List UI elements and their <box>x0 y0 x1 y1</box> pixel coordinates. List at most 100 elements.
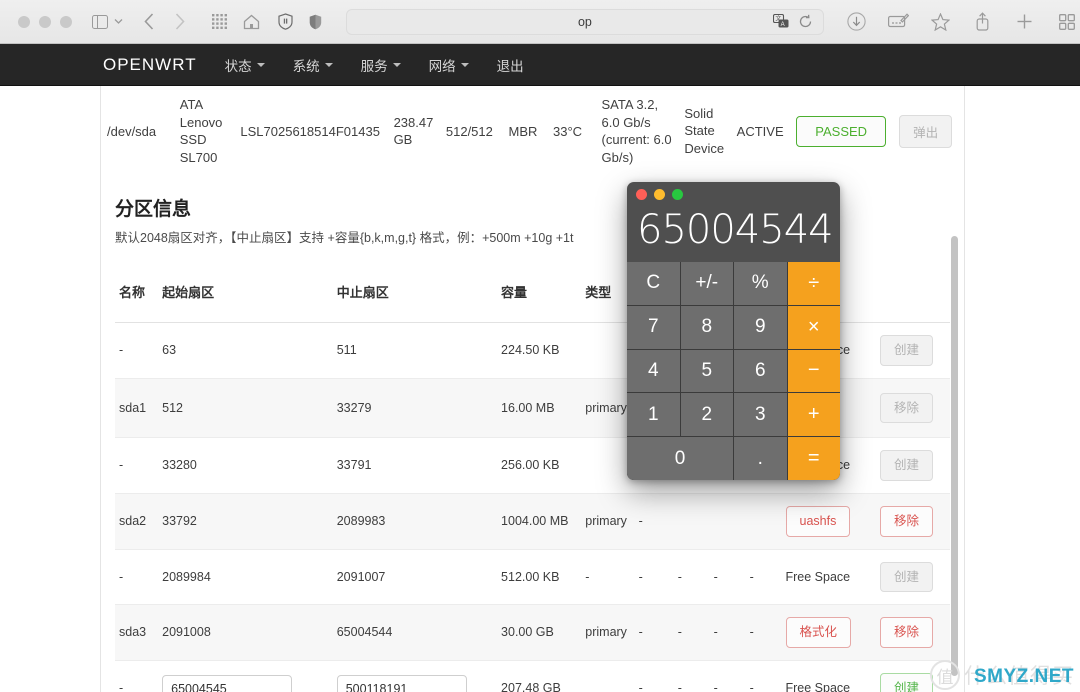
cell-partition-name: - <box>115 549 159 606</box>
cell-end-sector: 33791 <box>332 437 498 494</box>
calc-key-3[interactable]: 3 <box>734 393 787 437</box>
chevron-down-icon[interactable] <box>112 9 125 35</box>
table-row: sda2 33792 2089983 1004.00 MB primary - uashfs… <box>115 493 950 550</box>
reader-edit-icon[interactable] <box>886 9 912 35</box>
nav-item-services[interactable]: 服务 <box>361 55 401 75</box>
disk-size: 238.47 GB <box>393 114 434 148</box>
reload-icon[interactable] <box>797 13 815 31</box>
calc-key-[interactable]: . <box>734 437 787 480</box>
create-partition-button: 创建 <box>879 449 933 481</box>
back-chevron-icon[interactable] <box>137 9 161 35</box>
calc-key-[interactable]: + <box>787 393 840 437</box>
shield-pause-icon[interactable] <box>274 9 298 35</box>
calc-key-4[interactable]: 4 <box>627 349 680 393</box>
cell-type <box>581 660 635 692</box>
shield-icon[interactable] <box>304 9 328 35</box>
download-icon[interactable] <box>844 9 870 35</box>
calculator-titlebar[interactable] <box>627 182 840 207</box>
star-icon[interactable] <box>928 9 954 35</box>
cell-end-sector: 65004544 <box>332 604 498 662</box>
brand-openwrt[interactable]: OPENWRT <box>103 55 197 75</box>
address-bar[interactable]: op 文A <box>345 8 824 35</box>
home-icon[interactable] <box>240 9 264 35</box>
disk-link-speed: SATA 3.2, 6.0 Gb/s (current: 6.0 Gb/s) <box>601 97 672 165</box>
close-window-button[interactable] <box>18 15 30 28</box>
calc-maximize-button[interactable] <box>672 189 683 200</box>
cell-size: 30.00 GB <box>497 604 582 662</box>
calc-close-button[interactable] <box>636 189 647 200</box>
cell-type: - <box>581 549 635 606</box>
nav-item-network[interactable]: 网络 <box>429 55 469 75</box>
calc-key-8[interactable]: 8 <box>680 305 733 349</box>
svg-text:A: A <box>781 22 785 28</box>
smart-status-badge: PASSED <box>796 115 887 147</box>
app-grid-icon[interactable] <box>207 9 231 35</box>
cell-action: 创建 <box>875 660 950 692</box>
cell-filesystem: 格式化 <box>781 604 876 662</box>
page-scrollbar[interactable] <box>951 236 958 676</box>
nav-item-system[interactable]: 系统 <box>293 55 333 75</box>
remove-partition-button[interactable]: 移除 <box>879 617 933 649</box>
cell-size: 16.00 MB <box>497 378 582 438</box>
calc-key-C[interactable]: C <box>627 262 680 305</box>
cell-size: 207.48 GB <box>497 660 582 692</box>
cell-size: 512.00 KB <box>497 549 582 606</box>
cell-type: primary <box>581 493 635 550</box>
cell-filesystem: Free Space <box>781 660 876 692</box>
translate-icon[interactable]: 文A <box>772 13 790 31</box>
calc-minimize-button[interactable] <box>654 189 665 200</box>
calc-key-9[interactable]: 9 <box>734 305 787 349</box>
cell-extra2: - <box>709 604 746 662</box>
table-row: -2089984 2091007 512.00 KB - - - - - Free Space 创… <box>115 549 950 606</box>
calculator-window[interactable]: 65004544 C +/-% ÷ 7 8 9 × 4 5 6− 1 2 3 +0. = <box>627 182 840 480</box>
calc-key-1[interactable]: 1 <box>627 393 680 437</box>
end-sector-input[interactable] <box>336 674 467 692</box>
filesystem-button[interactable]: uashfs <box>785 505 851 537</box>
col-header-name: 名称 <box>115 260 159 324</box>
disk-sector-size: 512/512 <box>445 123 493 139</box>
minimize-window-button[interactable] <box>39 15 51 28</box>
calc-key-[interactable]: ÷ <box>787 262 840 305</box>
cell-size: 256.00 KB <box>497 437 582 494</box>
cell-action: 移除 <box>875 378 950 438</box>
nav-item-logout[interactable]: 退出 <box>497 55 524 75</box>
cell-extra1: - <box>673 604 710 662</box>
remove-partition-button[interactable]: 移除 <box>879 505 933 537</box>
calc-key-[interactable]: − <box>787 349 840 393</box>
calc-key-[interactable]: × <box>787 305 840 349</box>
start-sector-input[interactable] <box>162 674 293 692</box>
share-icon[interactable] <box>970 9 996 35</box>
cell-filesystem: Free Space <box>781 549 876 606</box>
calc-key-2[interactable]: 2 <box>680 393 733 437</box>
nav-label: 系统 <box>292 58 320 74</box>
cell-start-sector: 33792 <box>158 493 333 550</box>
cell-action: 移除 <box>875 493 950 550</box>
nav-item-status[interactable]: 状态 <box>225 55 265 75</box>
calc-key-6[interactable]: 6 <box>734 349 787 393</box>
tab-overview-icon[interactable] <box>1054 9 1080 35</box>
cell-extra1: - <box>673 549 710 606</box>
cell-partition-name: sda2 <box>115 493 159 550</box>
calc-key-[interactable]: % <box>734 262 787 305</box>
format-button[interactable]: 格式化 <box>785 617 852 649</box>
calc-key-5[interactable]: 5 <box>680 349 733 393</box>
calc-key-[interactable]: +/- <box>680 262 733 305</box>
eject-button[interactable]: 弹出 <box>899 114 953 148</box>
create-partition-button[interactable]: 创建 <box>879 673 933 692</box>
cell-partition-name: - <box>115 660 159 692</box>
forward-chevron-icon[interactable] <box>167 9 191 35</box>
plus-icon[interactable] <box>1012 9 1038 35</box>
calc-key-0[interactable]: 0 <box>627 437 733 480</box>
maximize-window-button[interactable] <box>60 15 72 28</box>
create-partition-button: 创建 <box>879 335 933 367</box>
cell-end-sector: 2091007 <box>332 549 498 606</box>
cell-used: - <box>634 549 674 606</box>
sidebar-toggle-icon[interactable] <box>88 9 112 35</box>
cell-extra1 <box>673 493 710 550</box>
calc-key-[interactable]: = <box>787 437 840 480</box>
disk-summary-table: /dev/sda ATA Lenovo SSD SL700 LSL7025618… <box>101 86 964 176</box>
disk-partition-table: MBR <box>508 123 538 139</box>
col-header-size: 容量 <box>497 260 582 324</box>
calc-key-7[interactable]: 7 <box>627 305 680 349</box>
cell-type: primary <box>581 604 635 662</box>
